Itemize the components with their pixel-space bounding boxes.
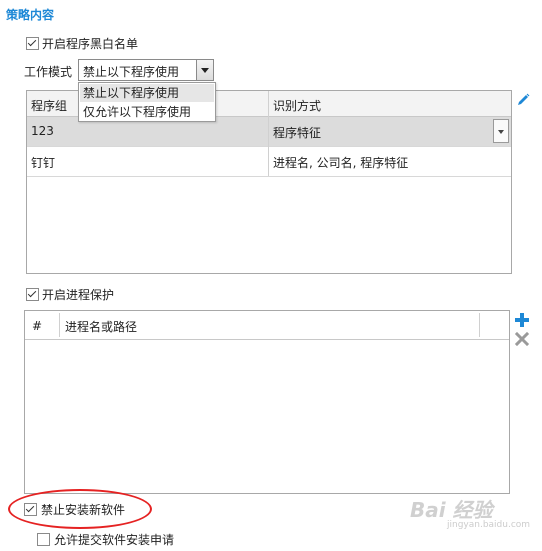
process-protect-label: 开启进程保护 xyxy=(42,288,115,302)
cell-method: 进程名, 公司名, 程序特征 xyxy=(273,156,409,170)
work-mode-value: 禁止以下程序使用 xyxy=(83,65,180,79)
watermark-logo: Bai 经验 xyxy=(410,498,493,522)
close-icon[interactable] xyxy=(515,332,529,346)
process-protect-checkbox[interactable] xyxy=(26,288,39,301)
work-mode-label: 工作模式 xyxy=(24,65,73,79)
highlight-annotation xyxy=(8,489,152,529)
column-header-method[interactable]: 识别方式 xyxy=(273,97,321,114)
section-title: 策略内容 xyxy=(6,8,55,22)
cell-group: 钉钉 xyxy=(31,156,56,170)
cell-group: 123 xyxy=(31,124,54,138)
cell-method: 程序特征 xyxy=(273,126,322,140)
watermark-url: jingyan.baidu.com xyxy=(447,520,531,530)
table-row[interactable]: 钉钉 进程名, 公司名, 程序特征 xyxy=(27,147,511,177)
allow-request-checkbox[interactable] xyxy=(37,533,50,546)
column-divider xyxy=(268,91,269,176)
chevron-down-icon[interactable] xyxy=(196,60,213,80)
column-header-index[interactable]: # xyxy=(32,319,42,333)
dropdown-option[interactable]: 禁止以下程序使用 xyxy=(80,84,214,102)
column-divider xyxy=(479,313,480,337)
column-header-path[interactable]: 进程名或路径 xyxy=(65,318,137,335)
pencil-icon[interactable] xyxy=(515,92,531,108)
work-mode-dropdown-list: 禁止以下程序使用 仅允许以下程序使用 xyxy=(78,82,216,122)
dropdown-option[interactable]: 仅允许以下程序使用 xyxy=(80,103,214,121)
column-divider xyxy=(59,313,60,337)
column-header-group[interactable]: 程序组 xyxy=(31,97,67,114)
app-blacklist-label: 开启程序黑白名单 xyxy=(42,37,139,51)
allow-request-label: 允许提交软件安装申请 xyxy=(54,533,175,547)
method-dropdown-button[interactable] xyxy=(493,119,509,143)
plus-icon[interactable] xyxy=(514,312,530,328)
process-table-header: # 进程名或路径 xyxy=(25,311,509,340)
process-table: # 进程名或路径 xyxy=(24,310,510,494)
app-blacklist-checkbox[interactable] xyxy=(26,37,39,50)
work-mode-select[interactable]: 禁止以下程序使用 xyxy=(78,59,214,81)
